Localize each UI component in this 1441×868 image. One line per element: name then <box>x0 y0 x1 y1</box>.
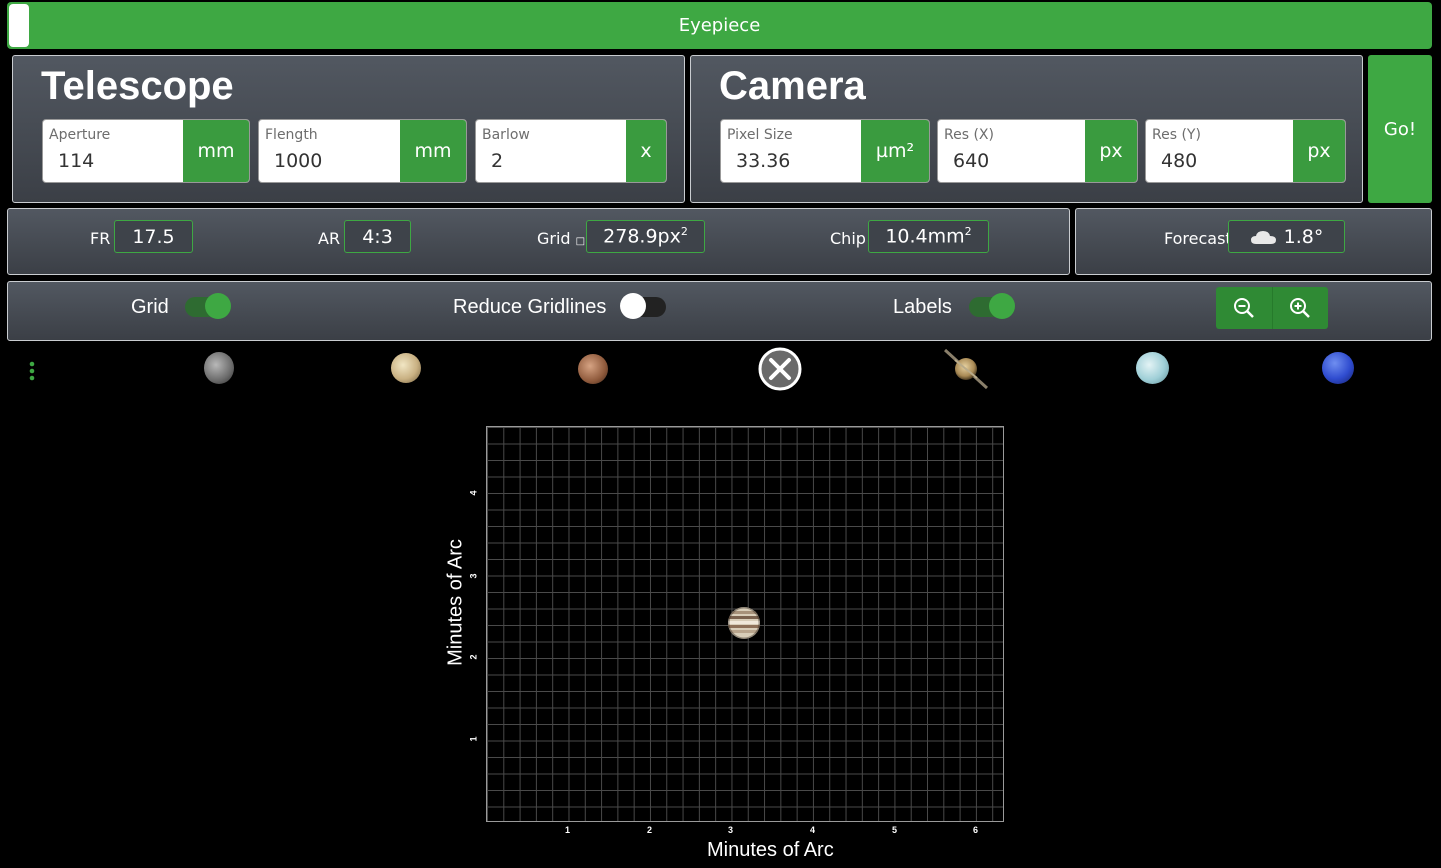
barlow-field[interactable]: Barlow 2 x <box>475 119 667 183</box>
x-tick-5: 5 <box>892 825 898 835</box>
barlow-value[interactable]: 2 <box>491 150 503 172</box>
menu-handle[interactable] <box>9 4 29 47</box>
res-x-label: Res (X) <box>944 127 994 143</box>
telescope-panel: Telescope Aperture 114 mm Flength 1000 mm … <box>12 55 685 203</box>
grid-toggle[interactable] <box>185 293 231 319</box>
x-axis-title: Minutes of Arc <box>707 839 834 861</box>
x-tick-6: 6 <box>973 825 979 835</box>
res-y-field[interactable]: Res (Y) 480 px <box>1145 119 1346 183</box>
zoom-in-button[interactable] <box>1271 287 1328 329</box>
res-y-label: Res (Y) <box>1152 127 1201 143</box>
stats-panel: FR 17.5 AR 4:3 Grid □ 278.9px2 Chip 10.4… <box>7 208 1070 275</box>
flength-value[interactable]: 1000 <box>274 150 322 172</box>
forecast-value[interactable]: 1.8° <box>1228 220 1345 253</box>
zoom-out-button[interactable] <box>1216 287 1272 329</box>
reduce-gridlines-label: Reduce Gridlines <box>453 296 607 318</box>
labels-toggle-label: Labels <box>893 296 952 318</box>
chip-label: Chip <box>830 229 866 248</box>
fr-value: 17.5 <box>114 220 193 253</box>
more-vertical-icon[interactable] <box>27 360 37 384</box>
res-y-unit: px <box>1293 120 1345 182</box>
neptune-icon[interactable] <box>1322 352 1354 384</box>
res-x-value[interactable]: 640 <box>953 150 989 172</box>
camera-panel: Camera Pixel Size 33.36 µm² Res (X) 640 px… <box>690 55 1363 203</box>
barlow-unit: x <box>626 120 666 182</box>
y-tick-4: 4 <box>468 490 479 496</box>
telescope-title: Telescope <box>41 64 234 108</box>
x-tick-2: 2 <box>647 825 653 835</box>
aperture-unit: mm <box>183 120 249 182</box>
mercury-icon[interactable] <box>204 352 234 384</box>
venus-icon[interactable] <box>391 353 421 383</box>
camera-title: Camera <box>719 64 866 108</box>
y-tick-2: 2 <box>468 654 479 660</box>
square-icon: □ <box>575 236 586 247</box>
aperture-value[interactable]: 114 <box>58 150 94 172</box>
jupiter-selected-icon[interactable] <box>757 346 803 392</box>
eyepiece-title: Eyepiece <box>678 15 761 36</box>
res-y-value[interactable]: 480 <box>1161 150 1197 172</box>
forecast-panel: Forecast 1.8° <box>1075 208 1432 275</box>
zoom-out-icon <box>1233 298 1254 318</box>
pixel-size-field[interactable]: Pixel Size 33.36 µm² <box>720 119 930 183</box>
pixel-size-unit: µm² <box>861 120 929 182</box>
flength-field[interactable]: Flength 1000 mm <box>258 119 467 183</box>
res-x-field[interactable]: Res (X) 640 px <box>937 119 1138 183</box>
y-axis-title: Minutes of Arc <box>444 539 467 666</box>
reduce-gridlines-toggle[interactable] <box>620 293 666 319</box>
forecast-label: Forecast <box>1164 229 1232 248</box>
y-tick-3: 3 <box>468 573 479 579</box>
mars-icon[interactable] <box>578 354 608 384</box>
aperture-label: Aperture <box>49 127 111 143</box>
grid-value: 278.9px2 <box>586 220 705 253</box>
x-tick-4: 4 <box>810 825 816 835</box>
go-button[interactable]: Go! <box>1368 55 1432 203</box>
barlow-label: Barlow <box>482 127 530 143</box>
res-x-unit: px <box>1085 120 1137 182</box>
jupiter-image <box>728 607 760 639</box>
y-tick-1: 1 <box>468 736 479 742</box>
ar-value: 4:3 <box>344 220 411 253</box>
grid-label: Grid □ <box>537 229 586 248</box>
x-tick-3: 3 <box>728 825 734 835</box>
zoom-controls <box>1216 287 1328 329</box>
flength-unit: mm <box>400 120 466 182</box>
aperture-field[interactable]: Aperture 114 mm <box>42 119 250 183</box>
labels-toggle[interactable] <box>969 293 1015 319</box>
zoom-in-icon <box>1290 298 1311 318</box>
cloud-icon <box>1250 230 1276 244</box>
flength-label: Flength <box>265 127 318 143</box>
grid-toggle-label: Grid <box>131 296 169 318</box>
fr-label: FR <box>90 229 111 248</box>
saturn-icon[interactable] <box>943 346 989 392</box>
chip-value: 10.4mm2 <box>868 220 989 253</box>
pixel-size-value[interactable]: 33.36 <box>736 150 790 172</box>
uranus-icon[interactable] <box>1136 352 1169 384</box>
eyepiece-bar[interactable]: Eyepiece <box>7 2 1432 49</box>
pixel-size-label: Pixel Size <box>727 127 793 143</box>
ar-label: AR <box>318 229 341 248</box>
x-tick-1: 1 <box>565 825 571 835</box>
